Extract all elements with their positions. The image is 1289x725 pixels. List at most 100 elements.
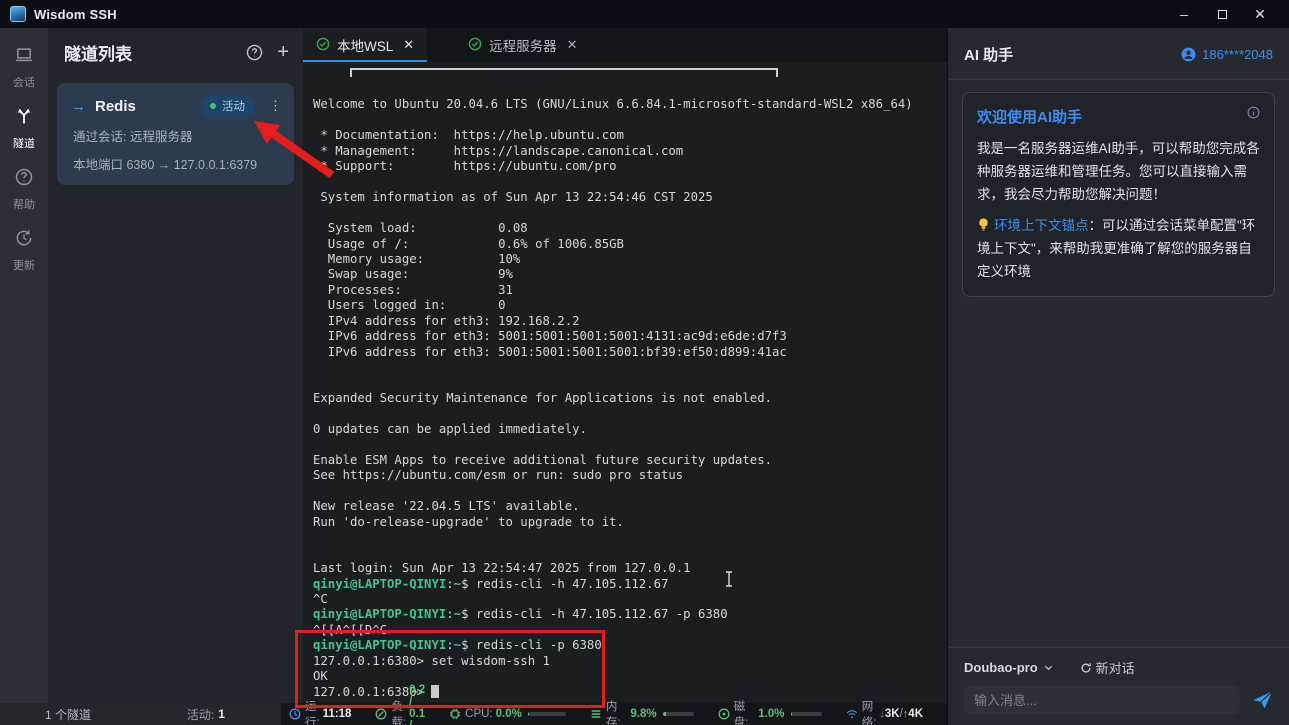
statusbar-tunnel-section: 1 个隧道 活动: 1	[0, 703, 281, 725]
tab-close-icon[interactable]: ✕	[567, 37, 578, 53]
ai-welcome-card: 欢迎使用AI助手 我是一名服务器运维AI助手，可以帮助您完成各种服务器运维和管理…	[962, 92, 1275, 297]
terminal-cursor	[431, 684, 440, 698]
stat-uptime: 运行: 11:18	[289, 698, 351, 725]
memory-icon	[590, 708, 606, 720]
cpu-icon	[449, 708, 465, 720]
terminal-area: 本地WSL ✕ 远程服务器 ✕ Welcome to Ubuntu 20.04.6 L…	[303, 28, 947, 703]
tab-local-wsl[interactable]: 本地WSL ✕	[303, 28, 428, 62]
rail-item-help[interactable]: 帮助	[0, 160, 48, 221]
tunnel-arrow-icon: →	[71, 97, 86, 115]
tunnel-count: 1 个隧道	[45, 707, 92, 722]
download-value: 3K	[884, 708, 900, 720]
app-title: Wisdom SSH	[34, 6, 117, 22]
tab-gap	[427, 28, 455, 62]
load-icon	[375, 708, 391, 720]
ai-welcome-body: 我是一名服务器运维AI助手，可以帮助您完成各种服务器运维和管理任务。您可以直接输…	[977, 141, 1260, 202]
ai-header-divider	[948, 79, 1289, 80]
rail-item-label: 会话	[13, 77, 35, 89]
cpu-bar	[527, 712, 566, 716]
add-tunnel-button[interactable]: +	[277, 42, 289, 62]
close-button[interactable]: ✕	[1241, 0, 1279, 28]
status-dot-icon	[210, 103, 216, 109]
chevron-down-icon	[1044, 665, 1052, 671]
refresh-icon	[1081, 662, 1091, 673]
terminal-tabbar: 本地WSL ✕ 远程服务器 ✕	[303, 28, 947, 62]
ai-tip-link[interactable]: 环境上下文锚点	[994, 218, 1089, 233]
rail-item-sessions[interactable]: 会话	[0, 38, 48, 99]
message-input[interactable]	[964, 686, 1240, 714]
lightbulb-icon	[979, 218, 988, 231]
ai-model-row: Doubao-pro 新对话	[964, 658, 1273, 677]
ai-tip: 环境上下文锚点：可以通过会话菜单配置"环境上下文"，来帮助我更准确了解您的服务器…	[977, 214, 1260, 283]
ai-welcome-title: 欢迎使用AI助手	[977, 109, 1083, 126]
terminal[interactable]: Welcome to Ubuntu 20.04.6 LTS (GNU/Linux…	[303, 62, 947, 703]
cpu-value: 0.0%	[495, 708, 522, 720]
tunnel-icon	[14, 106, 34, 135]
tunnel-via-session: 通过会话: 远程服务器	[73, 130, 193, 144]
sessions-icon	[14, 45, 34, 74]
tunnel-menu-icon[interactable]: ⋮	[269, 98, 282, 114]
disk-value: 1.0%	[758, 708, 785, 720]
stat-disk: 磁盘: 1.0%	[718, 698, 822, 725]
statusbar-stats-section: 运行:11:18 负载:0.2 / 0.1 / 0.0 CPU:0.0% 内存:9.8…	[280, 684, 947, 725]
send-icon	[1252, 691, 1273, 709]
tab-status-check-icon	[468, 37, 489, 54]
tab-remote-server[interactable]: 远程服务器 ✕	[455, 28, 590, 62]
app-logo-icon	[10, 6, 26, 22]
account-button[interactable]: 186****2048	[1181, 47, 1273, 62]
tunnel-panel: 隧道列表 + → Redis 活动 ⋮ 通过会话: 远程服务器 本地端口 638…	[48, 28, 303, 703]
account-number: 186****2048	[1202, 47, 1273, 62]
tab-status-check-icon	[316, 37, 337, 54]
update-icon	[14, 228, 34, 257]
uptime-value: 11:18	[322, 708, 352, 720]
info-icon[interactable]	[1247, 106, 1260, 119]
new-chat-button[interactable]: 新对话	[1080, 658, 1135, 677]
window-controls: – ✕	[1165, 0, 1279, 28]
tunnel-panel-title: 隧道列表	[64, 45, 132, 64]
uptime-icon	[289, 708, 305, 720]
status-badge-label: 活动	[222, 101, 245, 113]
stat-cpu: CPU: 0.0%	[449, 708, 566, 720]
stat-network: 网络: ↓ 3K / ↑ 4K	[846, 698, 923, 725]
terminal-box-fragment	[350, 68, 778, 77]
rail-item-update[interactable]: 更新	[0, 221, 48, 282]
tunnel-card-redis[interactable]: → Redis 活动 ⋮ 通过会话: 远程服务器 本地端口 6380 → 127…	[57, 83, 294, 185]
tab-close-icon[interactable]: ✕	[403, 37, 414, 53]
rail-item-label: 帮助	[13, 199, 35, 211]
disk-icon	[718, 708, 734, 720]
active-count-value: 1	[218, 707, 225, 721]
user-icon	[1181, 47, 1196, 62]
app-window: Wisdom SSH – ✕ 会话 隧道 帮助 更新 隧道列表 + → Redis	[0, 0, 1289, 725]
rail-item-label: 更新	[13, 260, 35, 272]
model-selector[interactable]: Doubao-pro	[964, 660, 1054, 675]
send-button[interactable]	[1252, 691, 1273, 709]
ai-panel: AI 助手 186****2048 欢迎使用AI助手 我是一名服务器运维AI助手…	[947, 28, 1289, 725]
active-count-label: 活动:	[186, 707, 215, 722]
load-value: 0.2 / 0.1 / 0.0	[409, 684, 426, 725]
ai-welcome-head: 欢迎使用AI助手	[977, 106, 1260, 127]
memory-value: 9.8%	[630, 708, 657, 720]
tab-label: 远程服务器	[489, 39, 557, 54]
rail-item-tunnel[interactable]: 隧道	[0, 99, 48, 160]
ai-input-row	[964, 686, 1273, 714]
status-badge: 活动	[200, 95, 255, 117]
maximize-button[interactable]	[1203, 0, 1241, 28]
tunnel-card-row: → Redis 活动 ⋮	[71, 95, 282, 117]
tunnel-panel-header: 隧道列表 +	[48, 28, 303, 75]
statusbar: 1 个隧道 活动: 1 运行:11:18 负载:0.2 / 0.1 / 0.0 CP…	[0, 684, 947, 725]
minimize-button[interactable]: –	[1165, 0, 1203, 28]
help-circle-icon[interactable]	[246, 44, 263, 61]
maximize-icon	[1217, 9, 1227, 19]
nav-rail: 会话 隧道 帮助 更新	[0, 28, 48, 703]
stat-memory: 内存: 9.8%	[590, 698, 694, 725]
model-name: Doubao-pro	[964, 660, 1038, 675]
upload-value: 4K	[908, 708, 923, 720]
network-icon	[846, 708, 862, 720]
terminal-output: Welcome to Ubuntu 20.04.6 LTS (GNU/Linux…	[313, 97, 913, 699]
memory-bar	[662, 712, 694, 716]
new-chat-label: 新对话	[1095, 661, 1135, 676]
disk-bar	[790, 712, 822, 716]
tab-label: 本地WSL	[337, 39, 394, 54]
ai-header: AI 助手 186****2048	[948, 28, 1289, 79]
stat-load: 负载:0.2 / 0.1 / 0.0	[375, 684, 425, 725]
